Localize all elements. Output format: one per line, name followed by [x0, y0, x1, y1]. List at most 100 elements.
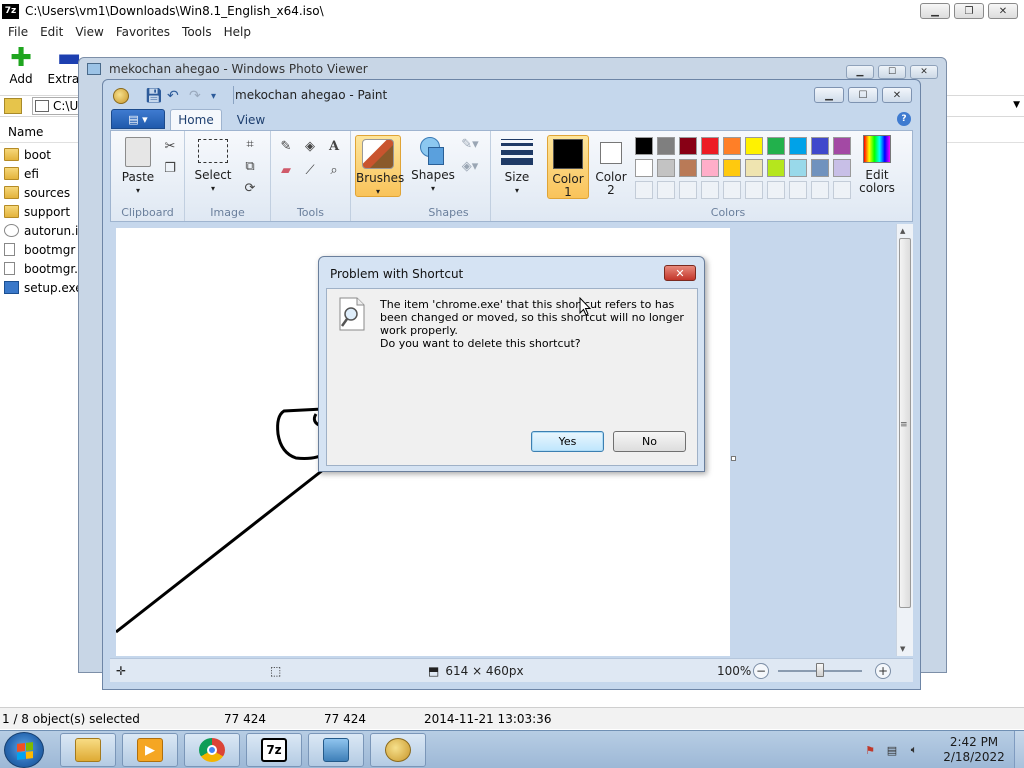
color-picker-icon[interactable]: ⟋ [301, 161, 319, 179]
palette-swatch[interactable] [657, 137, 675, 155]
magnifier-icon[interactable]: ⌕ [325, 161, 343, 179]
save-icon[interactable]: 💾︎ [145, 88, 163, 104]
palette-swatch[interactable] [635, 137, 653, 155]
cut-icon[interactable]: ✂ [161, 137, 179, 155]
edit-colors-button[interactable]: Edit colors [857, 135, 897, 195]
folder-up-icon[interactable] [4, 98, 22, 114]
list-item[interactable]: efi [0, 164, 80, 183]
palette-swatch[interactable] [833, 137, 851, 155]
list-item[interactable]: autorun.inf [0, 221, 80, 240]
menu-edit[interactable]: Edit [34, 25, 69, 39]
palette-swatch[interactable] [701, 159, 719, 177]
pencil-icon[interactable]: ✎ [277, 137, 295, 155]
color1-button[interactable]: Color 1 [547, 135, 589, 199]
taskbar-paint[interactable] [370, 733, 426, 767]
text-icon[interactable]: A [325, 137, 343, 155]
maximize-button[interactable]: ☐ [848, 87, 878, 103]
tab-home[interactable]: Home [170, 109, 222, 130]
zoom-out-button[interactable]: − [753, 663, 769, 679]
start-button[interactable] [4, 732, 44, 768]
zoom-slider-thumb[interactable] [816, 663, 824, 677]
custom-color-slot[interactable] [657, 181, 675, 199]
restore-button[interactable]: ❐ [954, 3, 984, 19]
palette-swatch[interactable] [811, 137, 829, 155]
minimize-button[interactable]: ▁ [814, 87, 844, 103]
size-button[interactable]: Size ▾ [495, 137, 539, 197]
custom-color-slot[interactable] [789, 181, 807, 199]
menu-tools[interactable]: Tools [176, 25, 218, 39]
select-button[interactable]: Select ▾ [191, 137, 235, 195]
list-item[interactable]: support [0, 202, 80, 221]
taskbar-chrome[interactable] [184, 733, 240, 767]
paint-menu-button[interactable]: ▤ ▾ [111, 109, 165, 129]
zoom-in-button[interactable]: + [875, 663, 891, 679]
custom-color-slot[interactable] [679, 181, 697, 199]
undo-icon[interactable]: ↶ [167, 88, 179, 104]
taskbar-media-player[interactable]: ▶ [122, 733, 178, 767]
network-icon[interactable]: ▤ [884, 743, 900, 757]
palette-swatch[interactable] [745, 159, 763, 177]
clock[interactable]: 2:42 PM 2/18/2022 [940, 735, 1008, 765]
menu-help[interactable]: Help [218, 25, 257, 39]
palette-swatch[interactable] [745, 137, 763, 155]
palette-swatch[interactable] [723, 159, 741, 177]
list-item[interactable]: setup.exe [0, 278, 80, 297]
taskbar-7zip[interactable]: 7z [246, 733, 302, 767]
shapes-button[interactable]: Shapes ▾ [411, 137, 455, 195]
eraser-icon[interactable]: ▰ [277, 161, 295, 179]
no-button[interactable]: No [613, 431, 686, 452]
palette-swatch[interactable] [723, 137, 741, 155]
custom-color-slot[interactable] [811, 181, 829, 199]
taskbar-explorer[interactable] [60, 733, 116, 767]
close-button[interactable]: ✕ [882, 87, 912, 103]
address-dropdown-icon[interactable]: ▼ [1013, 100, 1020, 110]
palette-swatch[interactable] [811, 159, 829, 177]
custom-color-slot[interactable] [833, 181, 851, 199]
palette-swatch[interactable] [789, 137, 807, 155]
copy-icon[interactable]: ❐ [161, 159, 179, 177]
vertical-scrollbar[interactable]: ▲ ≡ ▼ [896, 224, 913, 656]
outline-icon[interactable]: ✎▾ [461, 135, 479, 153]
yes-button[interactable]: Yes [531, 431, 604, 452]
help-icon[interactable]: ? [897, 112, 911, 126]
palette-swatch[interactable] [635, 159, 653, 177]
custom-color-slot[interactable] [723, 181, 741, 199]
paste-button[interactable]: Paste ▾ [117, 137, 159, 197]
custom-color-slot[interactable] [767, 181, 785, 199]
scroll-down-icon[interactable]: ▼ [900, 645, 905, 653]
menu-view[interactable]: View [69, 25, 109, 39]
palette-swatch[interactable] [833, 159, 851, 177]
custom-color-slot[interactable] [701, 181, 719, 199]
palette-swatch[interactable] [657, 159, 675, 177]
palette-swatch[interactable] [767, 137, 785, 155]
volume-icon[interactable]: 🔈︎ [906, 743, 922, 757]
minimize-button[interactable]: ▁ [920, 3, 950, 19]
redo-icon[interactable]: ↷ [189, 88, 201, 104]
palette-swatch[interactable] [679, 137, 697, 155]
fill-icon[interactable]: ◈▾ [461, 157, 479, 175]
canvas-resize-handle[interactable] [731, 456, 736, 461]
custom-color-slot[interactable] [635, 181, 653, 199]
rotate-icon[interactable]: ⟳ [241, 179, 259, 197]
color2-button[interactable]: Color 2 [591, 135, 631, 199]
resize-icon[interactable]: ⧉ [241, 157, 259, 175]
taskbar-photo-viewer[interactable] [308, 733, 364, 767]
menu-favorites[interactable]: Favorites [110, 25, 176, 39]
close-button[interactable]: ✕ [910, 65, 938, 79]
dialog-close-button[interactable]: ✕ [664, 265, 696, 281]
crop-icon[interactable]: ⌗ [241, 135, 259, 153]
tab-view[interactable]: View [228, 109, 274, 130]
close-button[interactable]: ✕ [988, 3, 1018, 19]
fill-bucket-icon[interactable]: ◈ [301, 137, 319, 155]
list-item[interactable]: bootmgr.efi [0, 259, 80, 278]
menu-file[interactable]: File [2, 25, 34, 39]
brushes-button[interactable]: Brushes ▾ [355, 135, 404, 197]
add-button[interactable]: ✚ Add [6, 43, 36, 86]
palette-swatch[interactable] [767, 159, 785, 177]
paint-palette-icon[interactable] [113, 88, 129, 104]
palette-swatch[interactable] [789, 159, 807, 177]
maximize-button[interactable]: ☐ [878, 65, 906, 79]
customize-quick-access-icon[interactable]: ▾ [211, 91, 216, 102]
show-desktop-button[interactable] [1014, 731, 1024, 768]
palette-swatch[interactable] [701, 137, 719, 155]
